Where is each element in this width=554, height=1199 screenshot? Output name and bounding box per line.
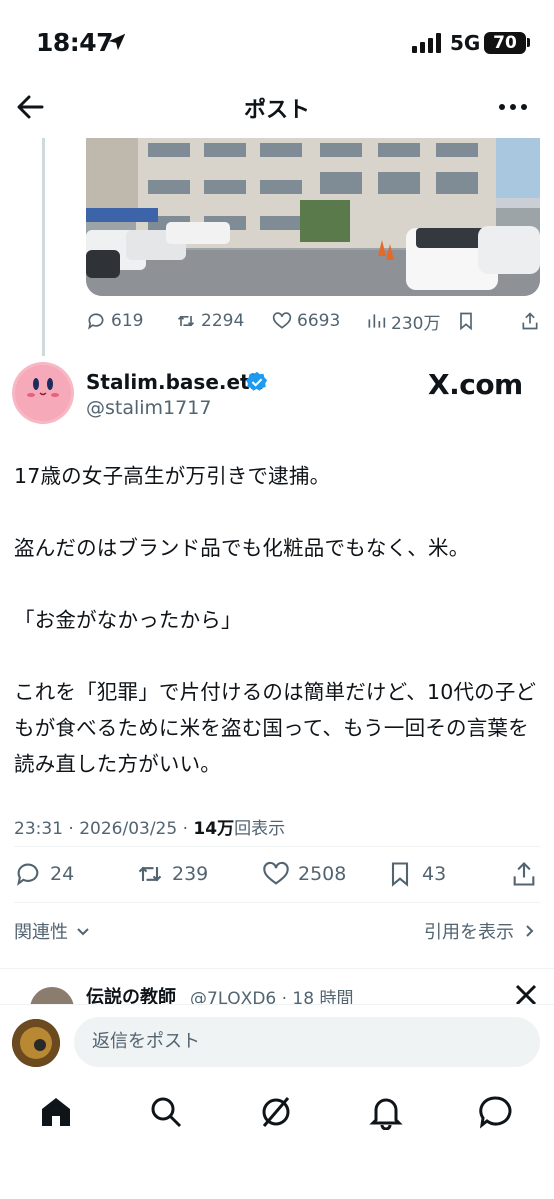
bookmark-icon	[460, 312, 472, 331]
avatar-illustration	[12, 362, 74, 424]
my-avatar[interactable]	[12, 1019, 60, 1067]
notifications-icon	[369, 1098, 403, 1131]
more-icon[interactable]	[498, 94, 528, 120]
location-arrow-icon	[108, 33, 126, 51]
author-avatar[interactable]	[12, 362, 74, 424]
messages-icon	[479, 1096, 512, 1129]
reply-icon	[88, 313, 104, 330]
thread-line	[42, 138, 45, 356]
show-quotes-button[interactable]: 引用を表示	[424, 918, 538, 944]
post-actions: 24 239 2508 43	[14, 856, 540, 892]
bottom-tab-bar	[0, 1080, 554, 1150]
status-time: 18:47	[36, 28, 114, 57]
quoted-share-button[interactable]	[520, 308, 540, 334]
post-meta: 23:31 · 2026/03/25 · 14万回表示	[14, 814, 285, 839]
grok-icon	[262, 1097, 290, 1127]
quoted-actions: 619 2294 6693 230万	[86, 308, 540, 334]
bookmark-button[interactable]: 43	[386, 856, 446, 892]
views-icon	[368, 314, 386, 328]
tab-notifications[interactable]	[368, 1094, 404, 1131]
tab-home[interactable]	[38, 1094, 74, 1130]
reply-button[interactable]: 24	[14, 856, 74, 892]
post-line: 17歳の女子高生が万引きで逮捕。	[14, 464, 331, 488]
likes-count: 2508	[298, 863, 347, 885]
tab-search[interactable]	[148, 1094, 184, 1130]
share-icon	[513, 862, 535, 886]
home-icon	[42, 1098, 70, 1126]
repost-icon	[177, 315, 195, 327]
quoted-reposts-count: 2294	[201, 311, 245, 331]
reposts-count: 239	[172, 863, 209, 885]
post-views-count: 14万	[193, 819, 235, 839]
quoted-replies-count: 619	[111, 311, 144, 331]
quoted-bookmark-button[interactable]	[456, 308, 476, 334]
divider	[14, 846, 540, 847]
divider	[14, 902, 540, 903]
verified-icon	[246, 371, 268, 391]
sort-relevance-button[interactable]: 関連性	[14, 918, 92, 944]
chevron-right-icon	[526, 925, 534, 937]
battery-tip	[527, 38, 530, 47]
reply-meta: @7LQXD6 · 18 時間	[190, 989, 354, 1004]
reply-avatar[interactable]	[30, 987, 74, 1004]
post-line: 「お金がなかったから」	[14, 608, 242, 632]
top-header: ポスト	[0, 80, 554, 134]
like-icon	[263, 861, 289, 885]
quoted-reply-button[interactable]: 619	[86, 308, 143, 334]
reply-preview[interactable]: 伝説の教師 @7LQXD6 · 18 時間	[0, 968, 554, 1004]
bookmarks-count: 43	[422, 863, 447, 885]
like-button[interactable]: 2508	[262, 856, 346, 892]
author-name[interactable]: Stalim.base.eth	[86, 370, 264, 394]
share-icon	[522, 312, 538, 330]
reply-icon	[17, 863, 39, 886]
post-timestamp[interactable]: 23:31 · 2026/03/25 ·	[14, 819, 193, 839]
my-avatar-illustration	[12, 1019, 60, 1067]
status-bar: 18:47 5G 70	[0, 0, 554, 80]
post-views-label: 回表示	[234, 819, 286, 839]
quoted-views-count: 230万	[391, 313, 441, 334]
quotes-label: 引用を表示	[424, 922, 514, 943]
quoted-views[interactable]: 230万	[366, 308, 440, 334]
signal-icon	[412, 33, 441, 53]
post-line: 盗んだのはブランド品でも化粧品でもなく、米。	[14, 536, 470, 560]
quoted-repost-button[interactable]: 2294	[176, 308, 244, 334]
replies-count: 24	[50, 863, 75, 885]
page-title: ポスト	[243, 98, 310, 123]
post-text: 17歳の女子高生が万引きで逮捕。 盗んだのはブランド品でも化粧品でもなく、米。 …	[14, 458, 540, 818]
sort-label: 関連性	[14, 922, 68, 943]
x-watermark: X.com	[428, 368, 523, 401]
share-button[interactable]	[510, 856, 538, 892]
quoted-likes-count: 6693	[297, 311, 341, 331]
x-logo-icon	[515, 984, 537, 1004]
like-icon	[272, 312, 292, 329]
repost-button[interactable]: 239	[136, 856, 208, 892]
post-line: これを「犯罪」で片付けるのは簡単だけど、10代の子どもが食べるために米を盗む国っ…	[14, 680, 537, 776]
chevron-down-icon	[77, 928, 89, 936]
reply-author-name[interactable]: 伝説の教師	[86, 983, 176, 1004]
bookmark-icon	[391, 862, 409, 887]
search-icon	[151, 1097, 182, 1128]
repost-icon	[138, 866, 162, 882]
post-photo[interactable]	[86, 138, 540, 296]
tab-messages[interactable]	[478, 1094, 514, 1130]
home-indicator	[0, 1150, 554, 1199]
battery-icon: 70	[484, 32, 526, 54]
network-type: 5G	[450, 31, 481, 55]
reply-input[interactable]: 返信をポスト	[74, 1017, 540, 1067]
author-handle[interactable]: @stalim1717	[86, 397, 211, 419]
quoted-like-button[interactable]: 6693	[272, 308, 340, 334]
reply-composer: 返信をポスト	[0, 1004, 554, 1080]
photo-illustration	[86, 138, 540, 296]
tab-grok[interactable]	[258, 1094, 294, 1130]
